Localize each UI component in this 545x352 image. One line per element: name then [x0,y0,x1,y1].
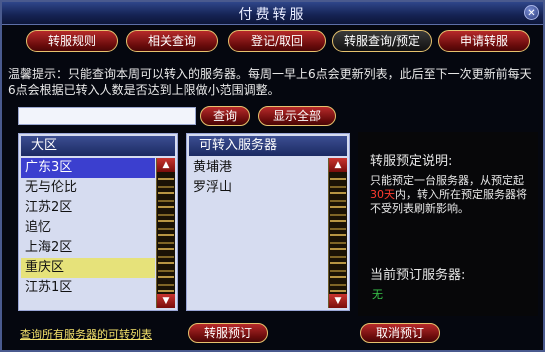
window-title: 付费转服 [238,7,307,23]
region-list: 广东3区 无与伦比 江苏2区 追忆 上海2区 重庆区 江苏1区 [21,158,155,308]
description-title: 转服预定说明: [370,154,453,169]
notice-text: 温馨提示：只能查询本周可以转入的服务器。每周一早上6点会更新列表，此后至下一次更… [8,67,532,97]
query-button[interactable]: 查询 [200,106,250,126]
tab-bar: 转服规则 相关查询 登记/取回 转服查询/预定 申请转服 [2,30,543,54]
show-all-button[interactable]: 显示全部 [258,106,336,126]
server-item[interactable]: 罗浮山 [189,178,327,198]
reserve-button[interactable]: 转服预订 [188,323,268,343]
description-panel: 转服预定说明: 只能预定一台服务器，从预定起30天内，转入所在预定服务器将不受列… [358,132,538,316]
tab-related-query[interactable]: 相关查询 [126,30,218,52]
region-scrollbar[interactable]: ▲ ▼ [156,158,175,308]
region-header: 大区 [21,136,175,156]
scroll-down-icon[interactable]: ▼ [329,294,347,308]
close-icon[interactable]: ✕ [524,5,539,20]
all-servers-link[interactable]: 查询所有服务器的可转列表 [20,326,152,342]
tab-apply-transfer[interactable]: 申请转服 [438,30,530,52]
region-item[interactable]: 广东3区 [21,158,155,178]
title-bar: 付费转服 ✕ [2,2,543,25]
region-item[interactable]: 江苏2区 [21,198,155,218]
region-item[interactable]: 上海2区 [21,238,155,258]
server-scrollbar[interactable]: ▲ ▼ [328,158,347,308]
current-reserve-value: 无 [372,288,383,301]
server-list: 黄埔港 罗浮山 [189,158,327,308]
transfer-window: 付费转服 ✕ 转服规则 相关查询 登记/取回 转服查询/预定 申请转服 温馨提示… [0,0,545,352]
description-part1: 只能预定一台服务器，从预定起 [370,174,524,187]
search-input[interactable] [18,107,196,125]
region-item[interactable]: 无与伦比 [21,178,155,198]
region-item[interactable]: 江苏1区 [21,278,155,298]
scroll-up-icon[interactable]: ▲ [329,158,347,172]
tab-transfer-rules[interactable]: 转服规则 [26,30,118,52]
current-reserve-label: 当前预订服务器: [370,268,466,283]
server-header: 可转入服务器 [189,136,347,156]
tab-transfer-query-reserve[interactable]: 转服查询/预定 [332,30,432,52]
tab-register-retrieve[interactable]: 登记/取回 [228,30,326,52]
scrollbar-track[interactable] [330,174,346,292]
scroll-down-icon[interactable]: ▼ [157,294,175,308]
description-text: 只能预定一台服务器，从预定起30天内，转入所在预定服务器将不受列表刷新影响。 [370,174,530,216]
region-panel: 大区 广东3区 无与伦比 江苏2区 追忆 上海2区 重庆区 江苏1区 ▲ ▼ [18,133,178,311]
cancel-reserve-button[interactable]: 取消预订 [360,323,440,343]
server-panel: 可转入服务器 黄埔港 罗浮山 ▲ ▼ [186,133,350,311]
region-item[interactable]: 追忆 [21,218,155,238]
region-item[interactable]: 重庆区 [21,258,155,278]
scrollbar-track[interactable] [158,174,174,292]
description-highlight: 30天 [370,188,395,201]
server-item[interactable]: 黄埔港 [189,158,327,178]
scroll-up-icon[interactable]: ▲ [157,158,175,172]
